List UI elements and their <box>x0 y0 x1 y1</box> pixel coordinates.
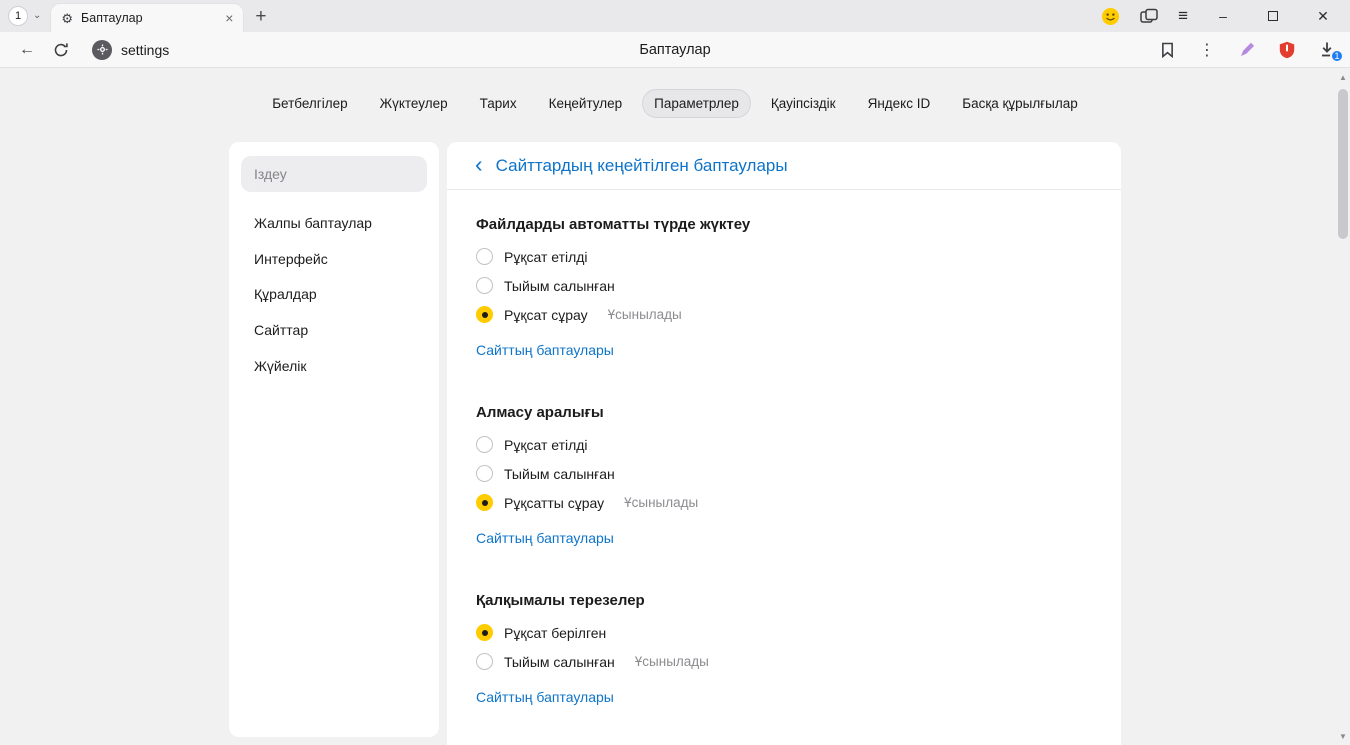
nav-tab-yandex-id[interactable]: Яндекс ID <box>856 89 943 118</box>
radio-checked-icon[interactable] <box>476 624 493 641</box>
url-text: settings <box>121 42 169 58</box>
radio-option-blocked[interactable]: Тыйым салынған <box>476 271 1092 300</box>
recommended-hint: Ұсынылады <box>608 307 682 322</box>
radio-option-allowed[interactable]: Рұқсат етілді <box>476 242 1092 271</box>
gear-icon: ⚙ <box>61 12 73 25</box>
refresh-button[interactable] <box>44 42 78 58</box>
nav-tab-settings[interactable]: Параметрлер <box>642 89 751 118</box>
tab-counter[interactable]: 1 ⌄ <box>8 6 41 26</box>
hamburger-menu-icon[interactable]: ≡ <box>1178 6 1188 26</box>
page-title: Баптаулар <box>0 42 1350 58</box>
section-popups: Қалқымалы терезелер Рұқсат берілген Тыйы… <box>447 592 1121 705</box>
section-clipboard: Алмасу аралығы Рұқсат етілді Тыйым салын… <box>447 404 1121 546</box>
site-settings-link[interactable]: Сайттың баптаулары <box>476 342 614 358</box>
download-count-badge: 1 <box>1330 49 1344 63</box>
tab-strip: 1 ⌄ ⚙ Баптаулар × + ≡ – ✕ <box>0 0 1350 32</box>
radio-unchecked-icon[interactable] <box>476 436 493 453</box>
chevron-down-icon: ⌄ <box>33 11 41 21</box>
url-field[interactable]: settings <box>92 40 169 60</box>
sidebar-item-tools[interactable]: Құралдар <box>241 279 427 310</box>
toolbar-menu-icon[interactable]: ⋮ <box>1194 40 1220 60</box>
scroll-down-icon[interactable]: ▼ <box>1336 732 1350 741</box>
radio-label: Рұқсат етілді <box>504 437 588 453</box>
downloads-icon[interactable]: 1 <box>1314 41 1340 58</box>
radio-label: Рұқсат етілді <box>504 249 588 265</box>
radio-option-allowed[interactable]: Рұқсат етілді <box>476 430 1092 459</box>
settings-top-nav: Бетбелгілер Жүктеулер Тарих Кеңейтулер П… <box>0 88 1350 118</box>
scroll-up-icon[interactable]: ▲ <box>1336 73 1350 82</box>
nav-tab-other-devices[interactable]: Басқа құрылғылар <box>950 89 1090 118</box>
radio-option-ask[interactable]: Рұқсатты сұрау Ұсынылады <box>476 488 1092 517</box>
radio-unchecked-icon[interactable] <box>476 465 493 482</box>
page-scrollbar[interactable]: ▲ ▼ <box>1336 69 1350 745</box>
search-input[interactable] <box>241 156 427 192</box>
new-tab-button[interactable]: + <box>255 7 266 26</box>
tab-title: Баптаулар <box>81 11 217 25</box>
radio-label: Тыйым салынған <box>504 654 615 670</box>
nav-tab-extensions[interactable]: Кеңейтулер <box>537 89 635 118</box>
maximize-button[interactable] <box>1258 11 1288 21</box>
radio-option-blocked[interactable]: Тыйым салынған Ұсынылады <box>476 647 1092 676</box>
sidebar-item-interface[interactable]: Интерфейс <box>241 244 427 275</box>
nav-tab-security[interactable]: Қауіпсіздік <box>759 89 848 118</box>
pen-extension-icon[interactable] <box>1234 42 1260 58</box>
radio-label: Тыйым салынған <box>504 278 615 294</box>
radio-unchecked-icon[interactable] <box>476 248 493 265</box>
mood-smiley-icon[interactable] <box>1101 7 1120 26</box>
tab-count-badge: 1 <box>8 6 28 26</box>
radio-option-ask[interactable]: Рұқсат сұрау Ұсынылады <box>476 300 1092 329</box>
nav-tab-downloads[interactable]: Жүктеулер <box>368 89 460 118</box>
recommended-hint: Ұсынылады <box>624 495 698 510</box>
site-settings-link[interactable]: Сайттың баптаулары <box>476 689 614 705</box>
address-bar: Баптаулар ← settings ⋮ 1 <box>0 32 1350 68</box>
tab-close-icon[interactable]: × <box>225 11 233 25</box>
sidebar-item-sites[interactable]: Сайттар <box>241 315 427 346</box>
bookmark-flag-icon[interactable] <box>1154 42 1180 58</box>
radio-unchecked-icon[interactable] <box>476 653 493 670</box>
radio-unchecked-icon[interactable] <box>476 277 493 294</box>
recommended-hint: Ұсынылады <box>635 654 709 669</box>
back-chevron-icon[interactable]: ‹ <box>475 153 483 176</box>
section-auto-download: Файлдарды автоматты түрде жүктеу Рұқсат … <box>447 216 1121 358</box>
browser-tab-settings[interactable]: ⚙ Баптаулар × <box>51 4 243 32</box>
nav-tab-history[interactable]: Тарих <box>468 89 529 118</box>
section-title: Файлдарды автоматты түрде жүктеу <box>476 216 1092 233</box>
search-box <box>241 156 427 192</box>
panel-header: ‹ Сайттардың кеңейтілген баптаулары <box>447 142 1121 190</box>
section-title: Қалқымалы терезелер <box>476 592 1092 609</box>
radio-label: Рұқсат берілген <box>504 625 606 641</box>
section-title: Алмасу аралығы <box>476 404 1092 421</box>
settings-page: Бетбелгілер Жүктеулер Тарих Кеңейтулер П… <box>0 68 1350 745</box>
site-settings-link[interactable]: Сайттың баптаулары <box>476 530 614 546</box>
window-close-button[interactable]: ✕ <box>1308 8 1338 25</box>
panel-title: Сайттардың кеңейтілген баптаулары <box>496 156 788 176</box>
maximize-icon <box>1268 11 1278 21</box>
radio-label: Тыйым салынған <box>504 466 615 482</box>
radio-option-allowed[interactable]: Рұқсат берілген <box>476 618 1092 647</box>
scrollbar-thumb[interactable] <box>1338 89 1348 239</box>
settings-sidebar: Жалпы баптаулар Интерфейс Құралдар Сайтт… <box>229 142 439 737</box>
radio-label: Рұқсатты сұрау <box>504 495 604 511</box>
nav-tab-bookmarks[interactable]: Бетбелгілер <box>260 89 359 118</box>
sidebar-item-general[interactable]: Жалпы баптаулар <box>241 208 427 239</box>
shield-extension-icon[interactable] <box>1274 41 1300 59</box>
radio-checked-icon[interactable] <box>476 306 493 323</box>
back-button[interactable]: ← <box>10 41 44 59</box>
minimize-button[interactable]: – <box>1208 8 1238 24</box>
sidebar-item-system[interactable]: Жүйелік <box>241 351 427 382</box>
radio-checked-icon[interactable] <box>476 494 493 511</box>
radio-label: Рұқсат сұрау <box>504 307 588 323</box>
settings-main-panel: ‹ Сайттардың кеңейтілген баптаулары Файл… <box>447 142 1121 745</box>
tab-panels-icon[interactable] <box>1140 8 1158 24</box>
site-favicon <box>92 40 112 60</box>
radio-option-blocked[interactable]: Тыйым салынған <box>476 459 1092 488</box>
sidebar-list: Жалпы баптаулар Интерфейс Құралдар Сайтт… <box>241 208 427 381</box>
